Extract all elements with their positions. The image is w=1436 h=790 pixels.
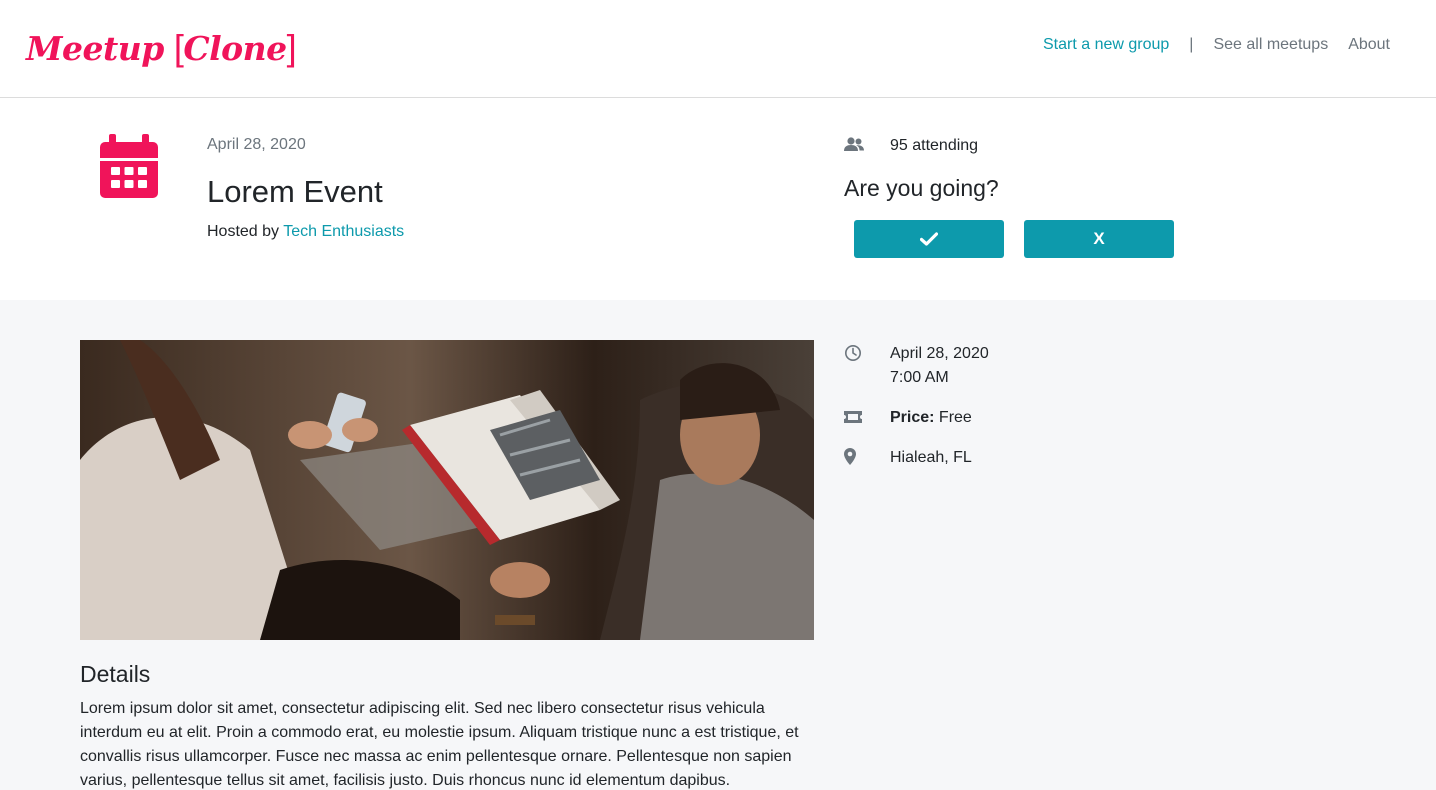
event-photo bbox=[80, 340, 814, 640]
info-datetime-text: April 28, 2020 7:00 AM bbox=[890, 342, 989, 390]
brand-sub: Clone bbox=[183, 28, 287, 68]
navbar: Meetup [ Clone ] Start a new group | See… bbox=[0, 0, 1436, 98]
info-time: 7:00 AM bbox=[890, 369, 949, 386]
rsvp-yes-button[interactable] bbox=[854, 220, 1004, 258]
check-icon bbox=[920, 232, 938, 246]
hosted-by-label: Hosted by bbox=[207, 223, 280, 240]
nav-links: Start a new group | See all meetups Abou… bbox=[1043, 36, 1390, 54]
price-value: Free bbox=[938, 409, 972, 426]
host-link[interactable]: Tech Enthusiasts bbox=[283, 223, 404, 240]
hosted-by: Hosted by Tech Enthusiasts bbox=[207, 223, 404, 241]
event-photo-image bbox=[80, 340, 814, 640]
rsvp-no-button[interactable]: X bbox=[1024, 220, 1174, 258]
brand-logo[interactable]: Meetup [ Clone ] bbox=[26, 26, 297, 70]
info-date: April 28, 2020 bbox=[890, 345, 989, 362]
nav-separator: | bbox=[1189, 36, 1194, 53]
see-all-meetups-link[interactable]: See all meetups bbox=[1213, 36, 1328, 54]
info-location-text: Hialeah, FL bbox=[890, 449, 972, 466]
event-date: April 28, 2020 bbox=[207, 136, 306, 153]
brand-word: Meetup bbox=[26, 28, 164, 68]
ticket-icon bbox=[844, 411, 862, 423]
info-price-text: Price: Free bbox=[890, 406, 972, 430]
event-title: Lorem Event bbox=[207, 174, 383, 209]
brand-bracket-close: ] bbox=[286, 27, 297, 68]
price-label: Price: bbox=[890, 409, 935, 426]
users-icon bbox=[844, 137, 864, 151]
details-heading: Details bbox=[80, 661, 151, 687]
calendar-icon bbox=[100, 134, 158, 198]
event-header: April 28, 2020 Lorem Event Hosted by Tec… bbox=[0, 98, 1436, 300]
rsvp-question: Are you going? bbox=[844, 175, 999, 201]
map-marker-icon bbox=[844, 448, 856, 465]
info-location: Hialeah, FL bbox=[844, 446, 972, 466]
details-body: Lorem ipsum dolor sit amet, consectetur … bbox=[80, 700, 799, 789]
brand-bracket-open: [ bbox=[173, 27, 184, 68]
attending-count: 95 attending bbox=[890, 137, 979, 154]
info-datetime: April 28, 2020 7:00 AM bbox=[844, 342, 989, 386]
info-price: Price: Free bbox=[844, 406, 972, 426]
clock-icon bbox=[845, 345, 861, 361]
about-link[interactable]: About bbox=[1348, 36, 1390, 54]
start-group-link[interactable]: Start a new group bbox=[1043, 36, 1169, 54]
